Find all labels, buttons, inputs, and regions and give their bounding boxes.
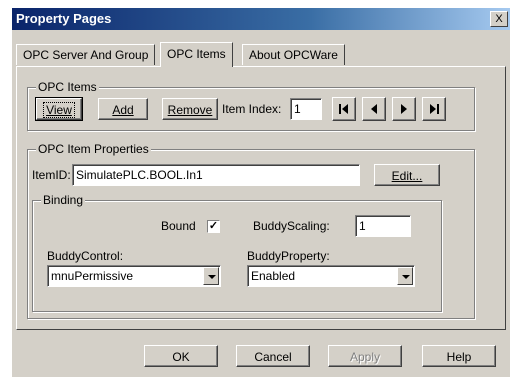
tab-label: OPC Server And Group — [23, 48, 149, 62]
tab-opc-server-and-group[interactable]: OPC Server And Group — [16, 44, 156, 65]
remove-button[interactable]: Remove — [162, 98, 218, 120]
buddy-scaling-input[interactable]: 1 — [355, 215, 411, 237]
tab-panel-opc-items: OPC Items View Add Remove Item Index: 1 … — [16, 66, 506, 330]
tab-label: OPC Items — [167, 47, 226, 61]
itemid-input[interactable]: SimulatePLC.BOOL.In1 — [72, 164, 360, 186]
opc-item-properties-group-label: OPC Item Properties — [36, 142, 151, 156]
previous-record-icon — [371, 104, 377, 114]
bound-checkbox[interactable]: ✓ — [207, 220, 220, 233]
tab-about-opcware[interactable]: About OPCWare — [242, 44, 345, 65]
buddy-property-select[interactable]: Enabled — [247, 265, 415, 287]
remove-button-label: Remove — [167, 103, 213, 117]
last-record-button[interactable] — [422, 97, 446, 121]
item-index-value: 1 — [294, 102, 301, 116]
item-index-input[interactable]: 1 — [290, 98, 322, 120]
next-record-button[interactable] — [392, 97, 416, 121]
opc-items-group: OPC Items View Add Remove Item Index: 1 — [27, 80, 475, 131]
window-title: Property Pages — [16, 11, 112, 26]
binding-group-label: Binding — [41, 193, 86, 207]
view-button[interactable]: View — [35, 97, 83, 121]
help-button-label: Help — [446, 350, 472, 364]
tab-label: About OPCWare — [249, 48, 338, 62]
close-icon: X — [495, 13, 503, 25]
next-record-icon — [401, 104, 407, 114]
first-record-button[interactable] — [332, 97, 356, 121]
check-icon: ✓ — [208, 220, 219, 232]
opc-items-group-label: OPC Items — [36, 80, 99, 94]
buddy-scaling-value: 1 — [359, 219, 366, 233]
cancel-button[interactable]: Cancel — [236, 345, 310, 367]
buddy-control-select[interactable]: mnuPermissive — [47, 265, 221, 287]
add-button-label: Add — [112, 103, 134, 117]
last-record-icon — [430, 104, 439, 114]
binding-group: Binding Bound ✓ BuddyScaling: 1 BuddyCon… — [32, 193, 442, 312]
buddy-property-value: Enabled — [251, 269, 296, 283]
item-index-label: Item Index: — [222, 102, 282, 116]
help-button[interactable]: Help — [422, 345, 496, 367]
edit-button-label: Edit... — [391, 169, 423, 183]
buddy-property-label: BuddyProperty: — [247, 249, 330, 263]
itemid-label: ItemID: — [32, 168, 71, 182]
view-button-label: View — [43, 102, 75, 118]
bound-label: Bound — [161, 219, 196, 233]
apply-button-label: Apply — [349, 350, 381, 364]
first-record-icon — [339, 104, 348, 114]
opc-item-properties-group: OPC Item Properties ItemID: SimulatePLC.… — [27, 142, 475, 319]
close-button[interactable]: X — [490, 11, 508, 27]
title-bar[interactable]: Property Pages X — [12, 8, 510, 30]
add-button[interactable]: Add — [98, 98, 148, 120]
chevron-down-icon[interactable] — [397, 267, 413, 285]
chevron-down-icon[interactable] — [203, 267, 219, 285]
apply-button[interactable]: Apply — [328, 345, 402, 367]
buddy-control-value: mnuPermissive — [51, 269, 134, 283]
edit-button[interactable]: Edit... — [374, 164, 440, 186]
ok-button-label: OK — [172, 350, 190, 364]
itemid-value: SimulatePLC.BOOL.In1 — [76, 168, 203, 182]
cancel-button-label: Cancel — [254, 350, 292, 364]
property-pages-dialog: Property Pages X OPC Server And Group OP… — [12, 8, 510, 377]
tab-opc-items[interactable]: OPC Items — [160, 42, 233, 67]
buddy-control-label: BuddyControl: — [47, 249, 124, 263]
buddy-scaling-label: BuddyScaling: — [253, 219, 330, 233]
ok-button[interactable]: OK — [144, 345, 218, 367]
previous-record-button[interactable] — [362, 97, 386, 121]
